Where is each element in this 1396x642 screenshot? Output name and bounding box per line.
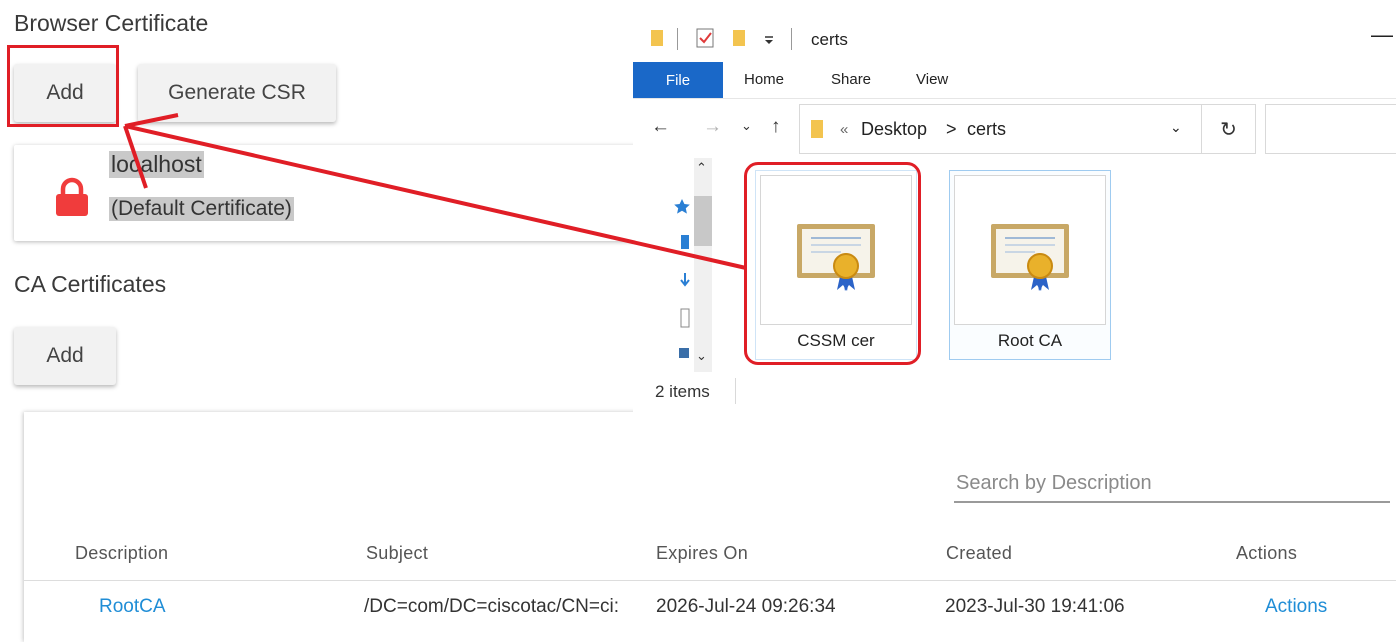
annotation-arrow	[123, 113, 747, 270]
